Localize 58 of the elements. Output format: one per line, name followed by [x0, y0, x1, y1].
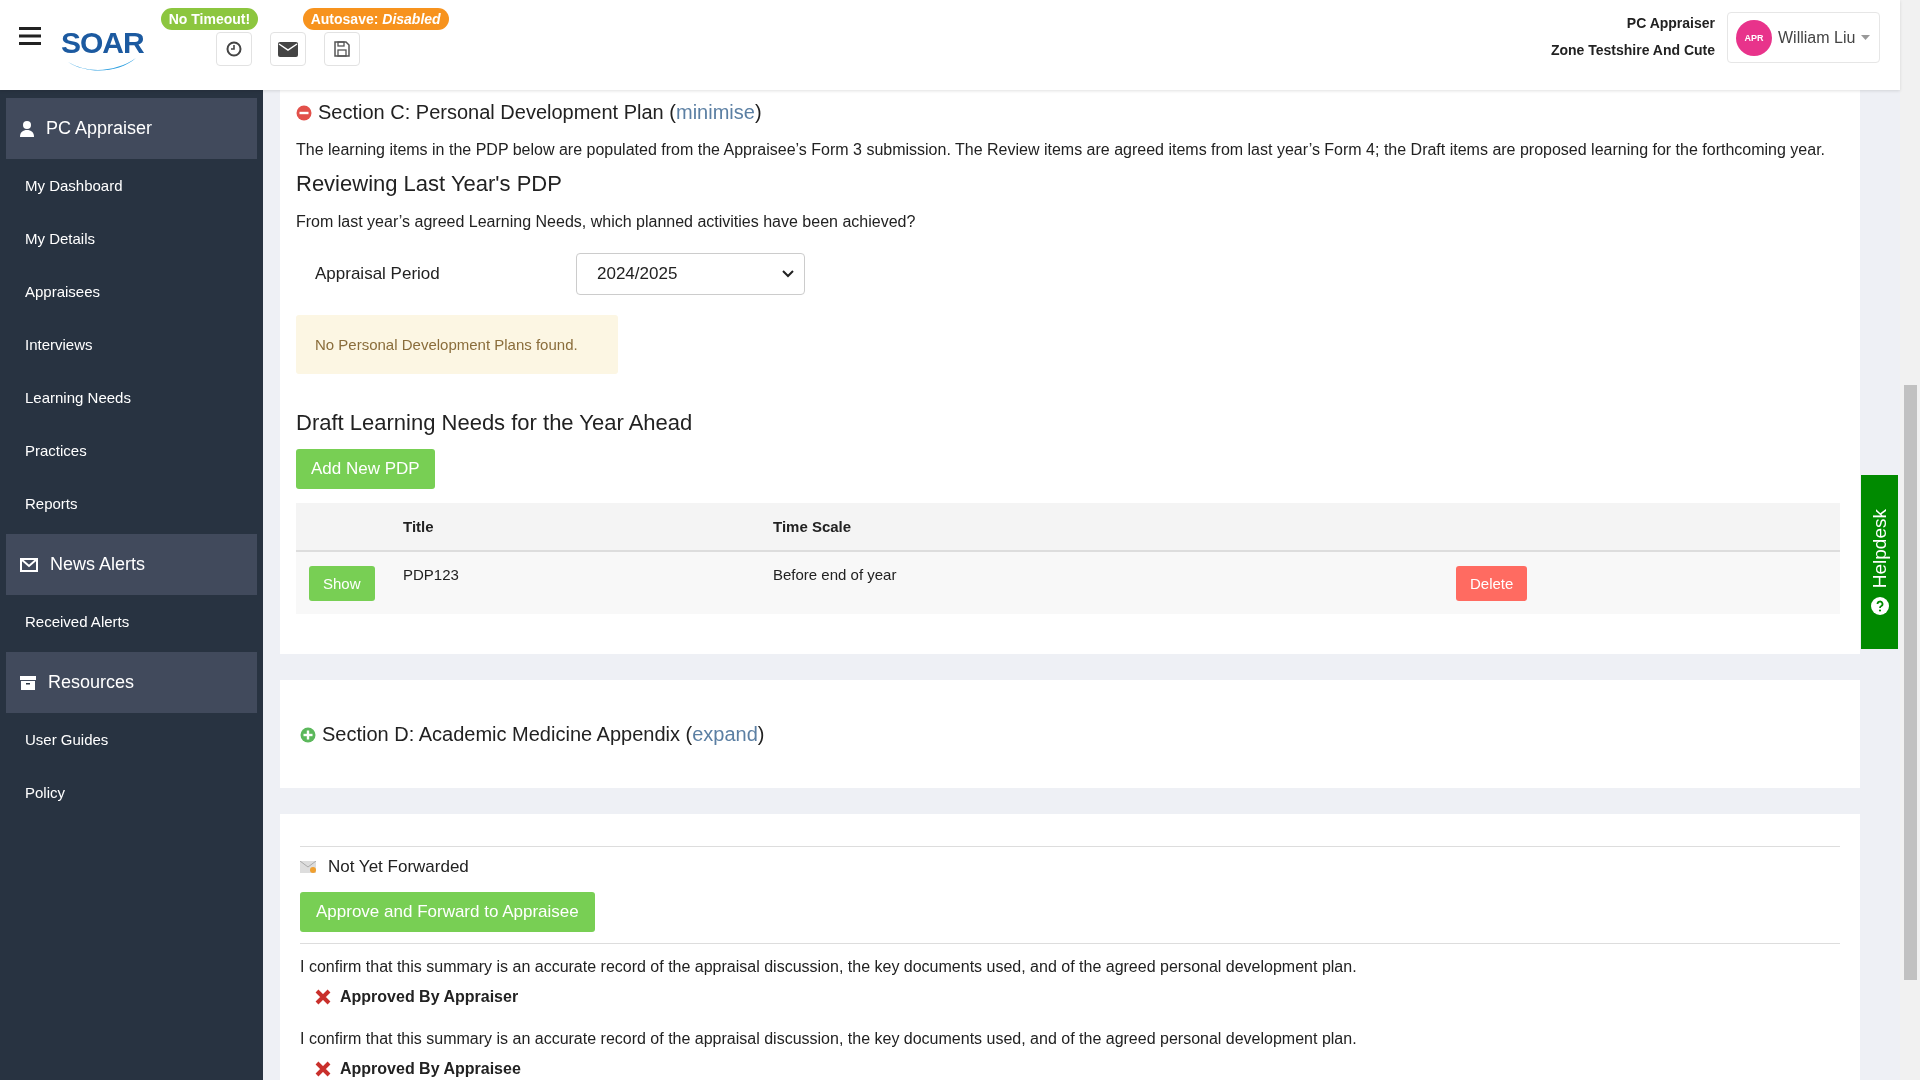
sidebar-item[interactable]: Reports — [6, 477, 257, 530]
mail-icon — [277, 41, 298, 57]
section-title-end: ) — [757, 723, 765, 745]
sidebar-item[interactable]: Policy — [6, 766, 257, 819]
user-role: PC Appraiser — [1626, 15, 1715, 31]
save-icon — [333, 41, 350, 57]
timeout-badge: No Timeout! — [160, 8, 259, 30]
table-cell-text: Before end of year — [773, 565, 898, 583]
section-title-end: ) — [754, 101, 762, 123]
section-title: Section C: Personal Development Plan ( — [318, 101, 676, 123]
chevron-icon — [782, 270, 794, 278]
user-icon — [20, 120, 34, 137]
autosave-badge: Autosave: Disabled — [302, 8, 449, 30]
section-subheading: Reviewing Last Year's PDP — [296, 171, 563, 197]
column-header: Time Scale — [773, 518, 853, 535]
expand-link[interactable]: expand — [692, 723, 758, 745]
helpdesk-tab[interactable]: Helpdesk — [1861, 475, 1898, 649]
column-header: Title — [403, 518, 435, 535]
forward-status: Not Yet Forwarded — [328, 857, 469, 877]
field-label: Appraisal Period — [315, 264, 441, 284]
sidebar-item[interactable]: Received Alerts — [6, 595, 257, 648]
sidebar-item[interactable]: Appraisees — [6, 265, 257, 318]
logo[interactable]: SOAR — [61, 28, 144, 72]
save-button[interactable] — [323, 32, 360, 66]
mail-button[interactable] — [269, 32, 306, 66]
sidebar-item[interactable]: Practices — [6, 424, 257, 477]
sidebar-section-header[interactable]: News Alerts — [6, 534, 257, 595]
period-select[interactable]: 2024/2025 — [576, 253, 805, 295]
intro-text: The learning items in the PDP below are populated from the Appraisee’s Form 3 submission. The Review items are agreed items from last year’s Form 4; the Draft items are proposed learning for the forthcoming year. — [296, 141, 1826, 159]
menu-icon[interactable] — [19, 27, 41, 45]
sidebar-item[interactable]: My Details — [6, 212, 257, 265]
sidebar-section-header[interactable]: Resources — [6, 652, 257, 713]
approval-label: Approved By Appraiser — [340, 988, 519, 1006]
user-menu[interactable]: APR William Liu — [1727, 12, 1880, 63]
minimise-link[interactable]: minimise — [675, 101, 755, 123]
question-text: From last year’s agreed Learning Needs, which planned activities have been achieved? — [296, 213, 917, 231]
sidebar-item[interactable]: Learning Needs — [6, 371, 257, 424]
mail-icon — [20, 557, 38, 572]
sidebar-item[interactable]: My Dashboard — [6, 159, 257, 212]
confirmation-text: I confirm that this summary is an accurate record of the appraisal discussion, the key documents used, and of the agreed personal development plan. — [300, 1030, 1358, 1048]
scrollbar[interactable] — [1900, 0, 1920, 1080]
section-subheading: Draft Learning Needs for the Year Ahead — [296, 410, 694, 436]
sidebar-item[interactable]: User Guides — [6, 713, 257, 766]
clock-button[interactable] — [215, 32, 252, 66]
section-title: Section D: Academic Medicine Appendix ( — [322, 723, 693, 745]
help-icon — [1870, 596, 1889, 615]
table-cell-text: PDP123 — [403, 565, 460, 583]
organisation-name: Zone Testshire And Cute — [1550, 42, 1715, 58]
clock-icon — [225, 41, 242, 57]
caret-icon — [1861, 35, 1871, 40]
approval-label: Approved By Appraisee — [340, 1060, 521, 1078]
envelope-icon — [300, 861, 316, 873]
sidebar-item[interactable]: Interviews — [6, 318, 257, 371]
avatar: APR — [1736, 19, 1772, 56]
empty-message: No Personal Development Plans found. — [296, 315, 618, 374]
archive-icon — [20, 675, 36, 690]
confirmation-text: I confirm that this summary is an accurate record of the appraisal discussion, the key documents used, and of the agreed personal development plan. — [300, 958, 1358, 976]
sidebar-section-header[interactable]: PC Appraiser — [6, 98, 257, 159]
